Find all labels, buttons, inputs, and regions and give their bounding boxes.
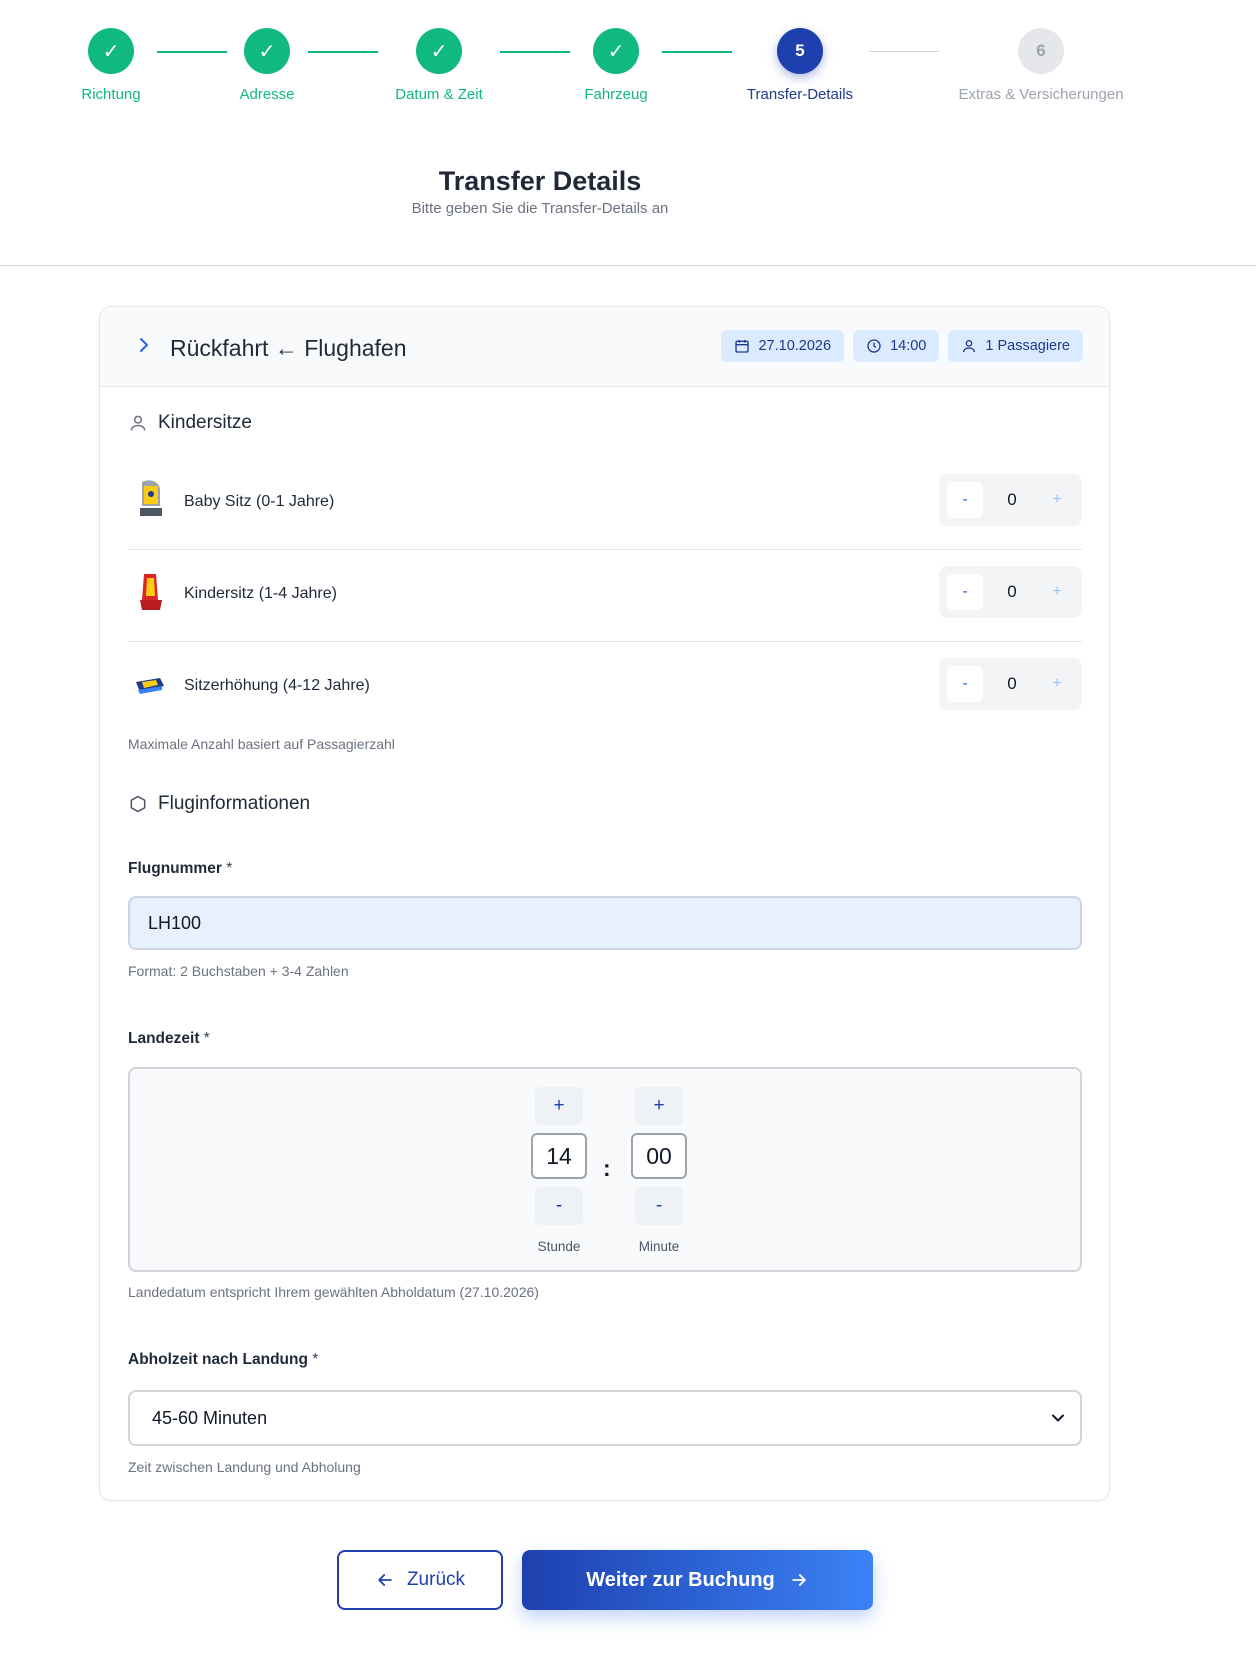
chevron-down-icon xyxy=(1052,1414,1064,1422)
check-icon: ✓ xyxy=(593,28,639,74)
trip-badges: 27.10.2026 14:00 1 Passagiere xyxy=(721,330,1083,362)
increment-button[interactable]: + xyxy=(1039,666,1075,702)
progress-stepper: ✓ Richtung ✓ Adresse ✓ Datum & Zeit ✓ Fa… xyxy=(0,0,1256,120)
user-icon xyxy=(963,340,976,353)
step-number: 5 xyxy=(777,28,823,74)
selected-value: 45-60 Minuten xyxy=(152,1408,268,1428)
quantity-stepper: - 0 + xyxy=(939,566,1082,618)
flight-number-label: Flugnummer * xyxy=(128,860,232,878)
page-title: Transfer Details xyxy=(438,166,642,196)
calendar-icon xyxy=(735,340,750,353)
step-datum-zeit[interactable]: ✓ Datum & Zeit xyxy=(339,28,539,103)
minute-decrement-button[interactable]: - xyxy=(635,1187,683,1225)
increment-button[interactable]: + xyxy=(1039,574,1075,610)
passengers-value: 1 Passagiere xyxy=(985,338,1070,354)
step-label: Datum & Zeit xyxy=(395,86,483,103)
pickup-time-hint: Zeit zwischen Landung und Abholung xyxy=(128,1459,361,1475)
date-badge: 27.10.2026 xyxy=(721,330,845,362)
quantity-value: 0 xyxy=(1007,490,1017,509)
flight-number-hint: Format: 2 Buchstaben + 3-4 Zahlen xyxy=(128,963,349,979)
minute-value[interactable]: 00 xyxy=(631,1133,687,1179)
arrow-left-icon xyxy=(378,1574,392,1586)
label-text: Flugnummer xyxy=(128,860,222,877)
quantity-stepper: - 0 + xyxy=(939,658,1082,710)
step-extras: 6 Extras & Versicherungen xyxy=(941,28,1141,103)
seat-row-baby: Baby Sitz (0-1 Jahre) - 0 + xyxy=(128,458,1082,550)
seat-label: Kindersitz (1-4 Jahre) xyxy=(184,585,337,602)
step-label: Adresse xyxy=(239,86,295,103)
section-title: Kindersitze xyxy=(158,412,252,433)
time-value: 14:00 xyxy=(890,338,927,354)
time-badge: 14:00 xyxy=(853,330,940,362)
label-text: Abholzeit nach Landung xyxy=(128,1351,308,1368)
route-title: Rückfahrt ← Flughafen xyxy=(170,335,407,361)
seat-label: Sitzerhöhung (4-12 Jahre) xyxy=(184,677,370,694)
landing-time-picker: + 14 - Stunde : + 00 - Minute xyxy=(128,1067,1082,1272)
decrement-button[interactable]: - xyxy=(947,666,983,702)
clock-icon xyxy=(867,339,881,353)
arrow-right-icon xyxy=(792,1574,806,1586)
back-label: Zurück xyxy=(406,1569,466,1590)
back-button[interactable]: Zurück xyxy=(337,1550,503,1610)
card-header[interactable]: Rückfahrt ← Flughafen 27.10.2026 14:00 1… xyxy=(100,307,1109,387)
check-icon: ✓ xyxy=(244,28,290,74)
landing-time-label: Landezeit * xyxy=(128,1030,210,1048)
flight-number-input[interactable]: LH100 xyxy=(128,896,1082,950)
hour-value[interactable]: 14 xyxy=(531,1133,587,1179)
child-seat-icon xyxy=(140,574,162,610)
quantity-value: 0 xyxy=(1007,674,1017,693)
step-label: Fahrzeug xyxy=(584,86,648,103)
step-label: Transfer-Details xyxy=(746,86,854,103)
divider xyxy=(0,265,1256,266)
date-value: 27.10.2026 xyxy=(758,338,832,354)
required-mark: * xyxy=(226,860,233,877)
quantity-value: 0 xyxy=(1007,582,1017,601)
step-transfer-details: 5 Transfer-Details xyxy=(700,28,900,103)
chevron-right-icon[interactable] xyxy=(132,333,156,357)
booster-seat-icon xyxy=(136,678,164,694)
decrement-button[interactable]: - xyxy=(947,482,983,518)
check-icon: ✓ xyxy=(416,28,462,74)
continue-button[interactable]: Weiter zur Buchung xyxy=(522,1550,873,1610)
transfer-card: Rückfahrt ← Flughafen 27.10.2026 14:00 1… xyxy=(99,306,1110,1501)
step-fahrzeug[interactable]: ✓ Fahrzeug xyxy=(516,28,716,103)
step-number: 6 xyxy=(1018,28,1064,74)
flight-info-heading: Fluginformationen xyxy=(128,793,310,815)
user-icon xyxy=(130,415,146,431)
decrement-button[interactable]: - xyxy=(947,574,983,610)
hour-increment-button[interactable]: + xyxy=(535,1087,583,1125)
minute-increment-button[interactable]: + xyxy=(635,1087,683,1125)
continue-label: Weiter zur Buchung xyxy=(586,1568,775,1591)
required-mark: * xyxy=(312,1351,319,1368)
label-text: Landezeit xyxy=(128,1030,200,1047)
hexagon-icon xyxy=(130,795,146,813)
passengers-badge: 1 Passagiere xyxy=(948,330,1083,362)
hour-decrement-button[interactable]: - xyxy=(535,1187,583,1225)
increment-button[interactable]: + xyxy=(1039,482,1075,518)
minute-caption: Minute xyxy=(638,1239,680,1254)
baby-seat-icon xyxy=(140,480,162,516)
check-icon: ✓ xyxy=(88,28,134,74)
required-mark: * xyxy=(203,1030,210,1047)
step-label: Extras & Versicherungen xyxy=(958,86,1124,103)
landing-date-hint: Landedatum entspricht Ihrem gewählten Ab… xyxy=(128,1284,539,1300)
page-subtitle: Bitte geben Sie die Transfer-Details an xyxy=(411,200,669,217)
seat-row-sitzerhoehung: Sitzerhöhung (4-12 Jahre) - 0 + xyxy=(128,642,1082,734)
pickup-time-select[interactable]: 45-60 Minuten xyxy=(128,1390,1082,1446)
seat-label: Baby Sitz (0-1 Jahre) xyxy=(184,493,335,510)
time-separator: : xyxy=(603,1155,611,1181)
pickup-time-label: Abholzeit nach Landung * xyxy=(128,1351,318,1369)
step-adresse[interactable]: ✓ Adresse xyxy=(167,28,367,103)
seat-row-kindersitz: Kindersitz (1-4 Jahre) - 0 + xyxy=(128,550,1082,642)
section-title: Fluginformationen xyxy=(158,793,311,814)
quantity-stepper: - 0 + xyxy=(939,474,1082,526)
hour-column: + 14 - Stunde xyxy=(531,1087,587,1254)
child-seats-hint: Maximale Anzahl basiert auf Passagierzah… xyxy=(128,736,395,752)
child-seats-heading: Kindersitze xyxy=(128,412,252,434)
hour-caption: Stunde xyxy=(537,1239,581,1254)
minute-column: + 00 - Minute xyxy=(631,1087,687,1254)
